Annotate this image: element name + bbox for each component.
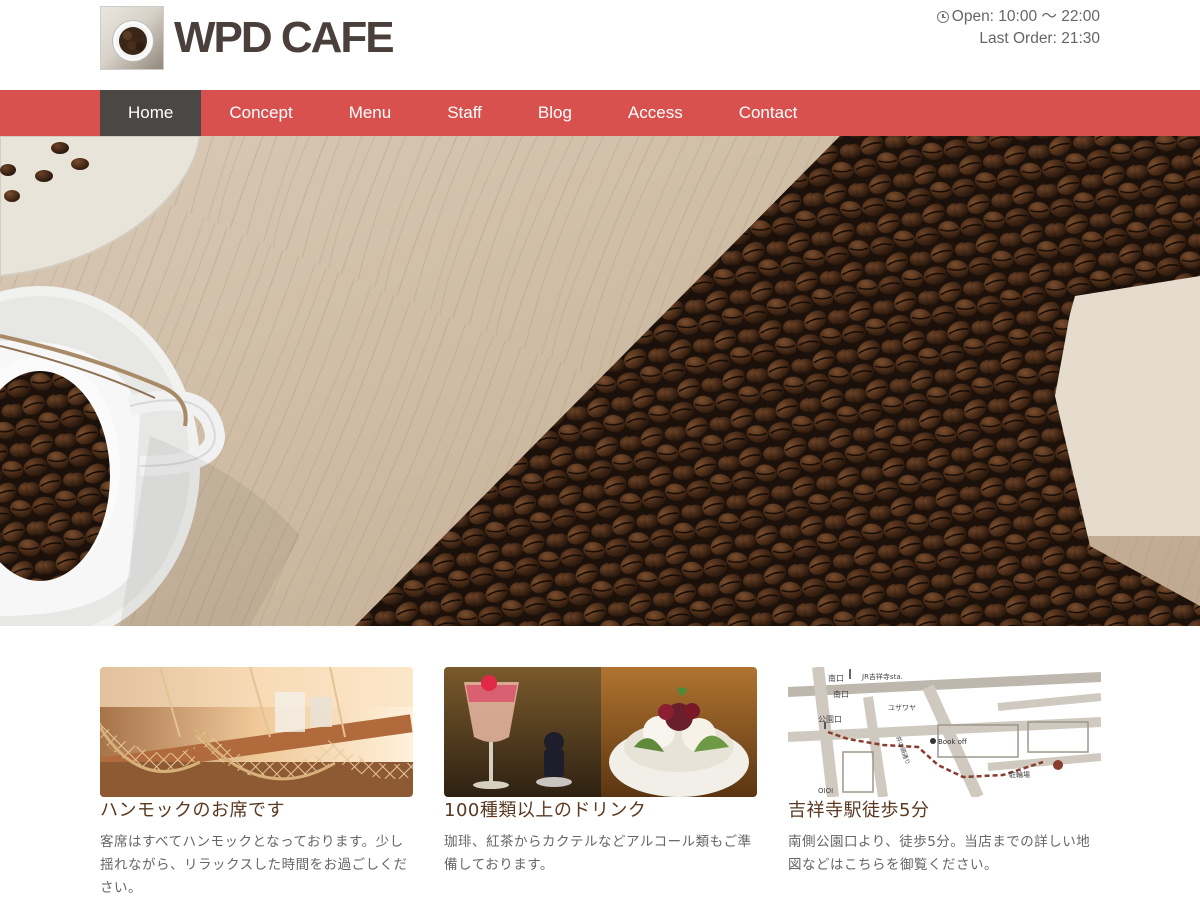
map-label-yuzawaya: ユザワヤ xyxy=(888,704,916,712)
site-header: WPD CAFE Open: 10:00 〜 22:00 Last Order:… xyxy=(0,0,1200,90)
map-label-park-exit: 公園口 xyxy=(818,715,842,724)
access-map[interactable]: 南口 JR吉祥寺sta. 南口 公園口 ユザワヤ Book off 駐輪場 井の… xyxy=(788,667,1101,797)
card-title[interactable]: 吉祥寺駅徒歩5分 xyxy=(788,799,1101,823)
coffee-cup-beans-icon xyxy=(100,6,164,70)
nav-item-access[interactable]: Access xyxy=(600,90,711,136)
card-title[interactable]: ハンモックのお席です xyxy=(100,799,413,823)
map-label-station: JR吉祥寺sta. xyxy=(861,672,903,681)
map-label-parking: 駐輪場 xyxy=(1009,770,1030,779)
card-text: 南側公園口より、徒歩5分。当店までの詳しい地図などはこちらを御覧ください。 xyxy=(788,834,1091,873)
site-title: WPD CAFE xyxy=(174,13,395,62)
coffee-beans-wood-photo xyxy=(0,136,1200,626)
hours-open: Open: 10:00 〜 22:00 xyxy=(951,8,1100,25)
feature-card-access: 南口 JR吉祥寺sta. 南口 公園口 ユザワヤ Book off 駐輪場 井の… xyxy=(788,667,1101,877)
card-text: 珈琲、紅茶からカクテルなどアルコール類もご準備しております。 xyxy=(444,834,752,873)
map-label-marui: OIOI xyxy=(818,787,833,795)
opening-hours: Open: 10:00 〜 22:00 Last Order: 21:30 xyxy=(936,6,1100,50)
card-text: 客席はすべてハンモックとなっております。少し揺れながら、リラックスした時間をお過… xyxy=(100,834,408,896)
nav-item-menu[interactable]: Menu xyxy=(321,90,420,136)
feature-card-drinks: 100種類以上のドリンク 珈琲、紅茶からカクテルなどアルコール類もご準備しており… xyxy=(444,667,757,877)
map-label-bookoff: Book off xyxy=(938,738,967,746)
nav-item-contact[interactable]: Contact xyxy=(711,90,826,136)
hero-image xyxy=(0,136,1200,626)
hours-last-order: Last Order: 21:30 xyxy=(979,30,1100,47)
nav-item-staff[interactable]: Staff xyxy=(419,90,510,136)
clock-icon xyxy=(936,11,949,23)
nav-item-blog[interactable]: Blog xyxy=(510,90,600,136)
hammock-seating-photo[interactable] xyxy=(100,667,413,797)
nav-item-home[interactable]: Home xyxy=(100,90,202,136)
nav-item-concept[interactable]: Concept xyxy=(201,90,320,136)
site-logo[interactable]: WPD CAFE xyxy=(100,6,395,70)
card-title[interactable]: 100種類以上のドリンク xyxy=(444,799,757,823)
map-label-south-exit-2: 南口 xyxy=(833,689,849,699)
feature-card-hammock: ハンモックのお席です 客席はすべてハンモックとなっております。少し揺れながら、リ… xyxy=(100,667,413,900)
map-label-south-exit: 南口 xyxy=(828,673,844,683)
main-navigation: Home Concept Menu Staff Blog Access Cont… xyxy=(0,90,1200,136)
drinks-photo[interactable] xyxy=(444,667,757,797)
